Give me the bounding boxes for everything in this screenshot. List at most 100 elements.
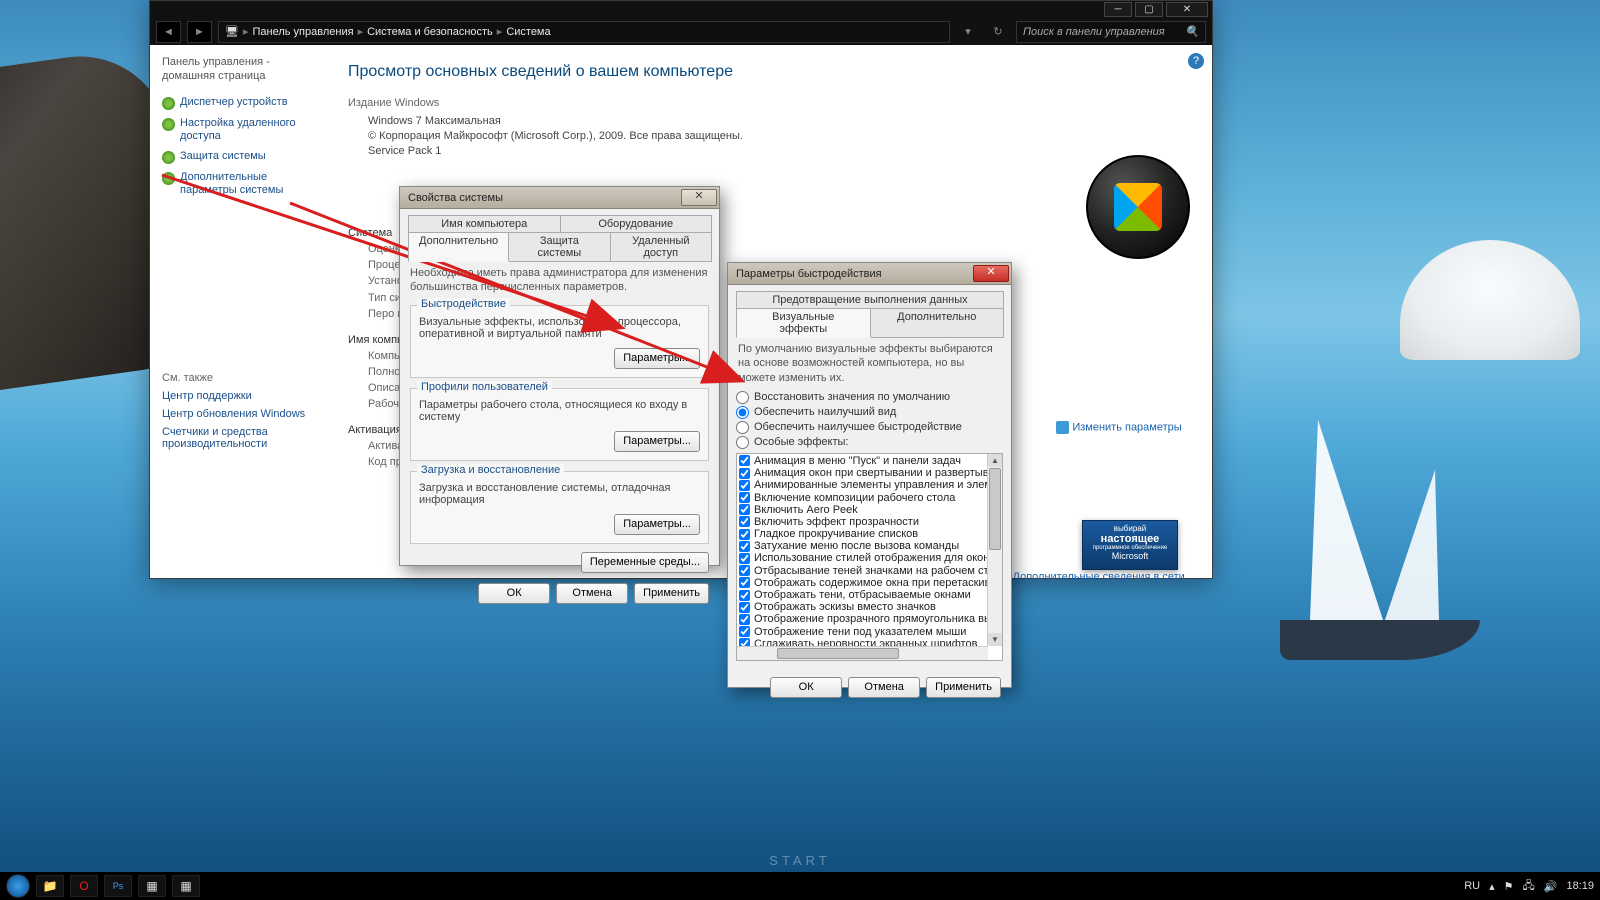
radio-input[interactable] <box>736 421 749 434</box>
tray-chevron-icon[interactable]: ▴ <box>1489 880 1495 893</box>
radio-input[interactable] <box>736 391 749 404</box>
search-input[interactable]: Поиск в панели управления 🔍 <box>1016 21 1206 43</box>
radio-option[interactable]: Восстановить значения по умолчанию <box>736 391 1003 404</box>
effect-checkbox[interactable] <box>739 553 750 564</box>
effect-checkbox[interactable] <box>739 455 750 466</box>
effect-checkbox[interactable] <box>739 602 750 613</box>
tab-remote[interactable]: Удаленный доступ <box>610 232 712 262</box>
sidebar-home-link[interactable]: Панель управления - домашняя страница <box>162 55 320 84</box>
radio-option[interactable]: Обеспечить наилучший вид <box>736 406 1003 419</box>
effect-checkbox[interactable] <box>739 590 750 601</box>
cancel-button[interactable]: Отмена <box>848 677 920 698</box>
nav-back-button[interactable]: ◄ <box>156 21 181 43</box>
clock[interactable]: 18:19 <box>1566 880 1594 892</box>
refresh-icon[interactable]: ↻ <box>986 25 1010 38</box>
tab-protection[interactable]: Защита системы <box>508 232 610 262</box>
scroll-thumb[interactable] <box>989 468 1001 550</box>
taskbar-explorer-icon[interactable]: 📁 <box>36 875 64 897</box>
effect-checkbox[interactable] <box>739 565 750 576</box>
taskbar-app-icon[interactable]: ▦ <box>138 875 166 897</box>
effect-checkbox[interactable] <box>739 614 750 625</box>
address-bar[interactable]: 🖥 ▸ Панель управления ▸ Система и безопа… <box>218 21 950 43</box>
maximize-button[interactable]: ▢ <box>1135 2 1163 17</box>
effect-item[interactable]: Затухание меню после вызова команды <box>739 540 986 552</box>
language-indicator[interactable]: RU <box>1464 880 1480 892</box>
effects-list[interactable]: Анимация в меню "Пуск" и панели задачАни… <box>736 453 1003 661</box>
effect-checkbox[interactable] <box>739 504 750 515</box>
tray-network-icon[interactable]: 🖧 <box>1523 877 1535 896</box>
radio-input[interactable] <box>736 436 749 449</box>
startup-settings-button[interactable]: Параметры... <box>614 514 700 535</box>
taskbar[interactable]: 📁 O Ps ▦ ▦ RU ▴ ⚑ 🖧 🔊 18:19 <box>0 872 1600 900</box>
effect-checkbox[interactable] <box>739 468 750 479</box>
effect-item[interactable]: Отображать тени, отбрасываемые окнами <box>739 589 986 601</box>
tab-advanced[interactable]: Дополнительно <box>870 308 1005 338</box>
close-button[interactable]: ✕ <box>1166 2 1208 17</box>
effect-item[interactable]: Включить Aero Peek <box>739 504 986 516</box>
effect-checkbox[interactable] <box>739 626 750 637</box>
tab-advanced[interactable]: Дополнительно <box>408 232 509 262</box>
ms-genuine-badge[interactable]: выбирай настоящее программное обеспечени… <box>1082 520 1178 570</box>
scroll-thumb[interactable] <box>777 648 899 659</box>
effect-item[interactable]: Отображать эскизы вместо значков <box>739 601 986 613</box>
scrollbar-vertical[interactable]: ▲ ▼ <box>987 454 1002 646</box>
tray-flag-icon[interactable]: ⚑ <box>1504 880 1514 893</box>
taskbar-photoshop-icon[interactable]: Ps <box>104 875 132 897</box>
sidebar-item-device-manager[interactable]: Диспетчер устройств <box>162 94 320 112</box>
breadcrumb[interactable]: Система и безопасность <box>367 26 493 38</box>
sidebar-item-protection[interactable]: Защита системы <box>162 148 320 166</box>
effect-checkbox[interactable] <box>739 541 750 552</box>
effect-item[interactable]: Гладкое прокручивание списков <box>739 528 986 540</box>
effect-item[interactable]: Отображение прозрачного прямоугольника в… <box>739 613 986 625</box>
addr-dropdown-icon[interactable]: ▾ <box>956 25 980 38</box>
env-vars-button[interactable]: Переменные среды... <box>581 552 709 573</box>
effect-item[interactable]: Включение композиции рабочего стола <box>739 491 986 503</box>
effect-item[interactable]: Анимация в меню "Пуск" и панели задач <box>739 455 986 467</box>
effect-item[interactable]: Анимация окон при свертывании и разверты… <box>739 467 986 479</box>
scrollbar-horizontal[interactable] <box>737 646 988 660</box>
start-button[interactable] <box>6 874 30 898</box>
scroll-up-icon[interactable]: ▲ <box>988 454 1002 467</box>
more-online-link[interactable]: Дополнительные сведения в сети... <box>1013 571 1195 583</box>
dialog-titlebar[interactable]: Параметры быстродействия ✕ <box>728 263 1011 285</box>
effect-item[interactable]: Отображать содержимое окна при перетаски… <box>739 577 986 589</box>
tab-dep[interactable]: Предотвращение выполнения данных <box>736 291 1004 308</box>
close-icon[interactable]: ✕ <box>973 265 1009 282</box>
change-settings-link[interactable]: Изменить параметры <box>1044 421 1194 434</box>
radio-option[interactable]: Обеспечить наилучшее быстродействие <box>736 421 1003 434</box>
effect-item[interactable]: Отбрасывание теней значками на рабочем с… <box>739 565 986 577</box>
taskbar-app-icon[interactable]: ▦ <box>172 875 200 897</box>
profiles-settings-button[interactable]: Параметры... <box>614 431 700 452</box>
cancel-button[interactable]: Отмена <box>556 583 628 604</box>
see-also-action-center[interactable]: Центр поддержки <box>162 387 320 405</box>
scroll-down-icon[interactable]: ▼ <box>988 633 1002 646</box>
effect-item[interactable]: Включить эффект прозрачности <box>739 516 986 528</box>
effect-checkbox[interactable] <box>739 480 750 491</box>
tab-computer-name[interactable]: Имя компьютера <box>408 215 561 232</box>
see-also-update[interactable]: Центр обновления Windows <box>162 405 320 423</box>
breadcrumb[interactable]: Система <box>506 26 550 38</box>
effect-item[interactable]: Анимированные элементы управления и элем… <box>739 479 986 491</box>
apply-button[interactable]: Применить <box>926 677 1001 698</box>
see-also-perf[interactable]: Счетчики и средства производительности <box>162 423 320 453</box>
minimize-button[interactable]: ─ <box>1104 2 1132 17</box>
ok-button[interactable]: ОК <box>478 583 550 604</box>
effect-checkbox[interactable] <box>739 516 750 527</box>
effect-checkbox[interactable] <box>739 577 750 588</box>
nav-forward-button[interactable]: ► <box>187 21 212 43</box>
apply-button[interactable]: Применить <box>634 583 709 604</box>
ok-button[interactable]: ОК <box>770 677 842 698</box>
sidebar-item-remote[interactable]: Настройка удаленного доступа <box>162 115 320 145</box>
taskbar-opera-icon[interactable]: O <box>70 875 98 897</box>
effect-item[interactable]: Отображение тени под указателем мыши <box>739 626 986 638</box>
sidebar-item-advanced[interactable]: Дополнительные параметры системы <box>162 169 320 199</box>
effect-item[interactable]: Использование стилей отображения для око… <box>739 552 986 564</box>
tray-volume-icon[interactable]: 🔊 <box>1544 880 1558 893</box>
effect-checkbox[interactable] <box>739 492 750 503</box>
radio-option[interactable]: Особые эффекты: <box>736 436 1003 449</box>
breadcrumb[interactable]: Панель управления <box>253 26 354 38</box>
performance-settings-button[interactable]: Параметры... <box>614 348 700 369</box>
help-icon[interactable]: ? <box>1188 53 1204 69</box>
effect-checkbox[interactable] <box>739 529 750 540</box>
tab-hardware[interactable]: Оборудование <box>560 215 713 232</box>
